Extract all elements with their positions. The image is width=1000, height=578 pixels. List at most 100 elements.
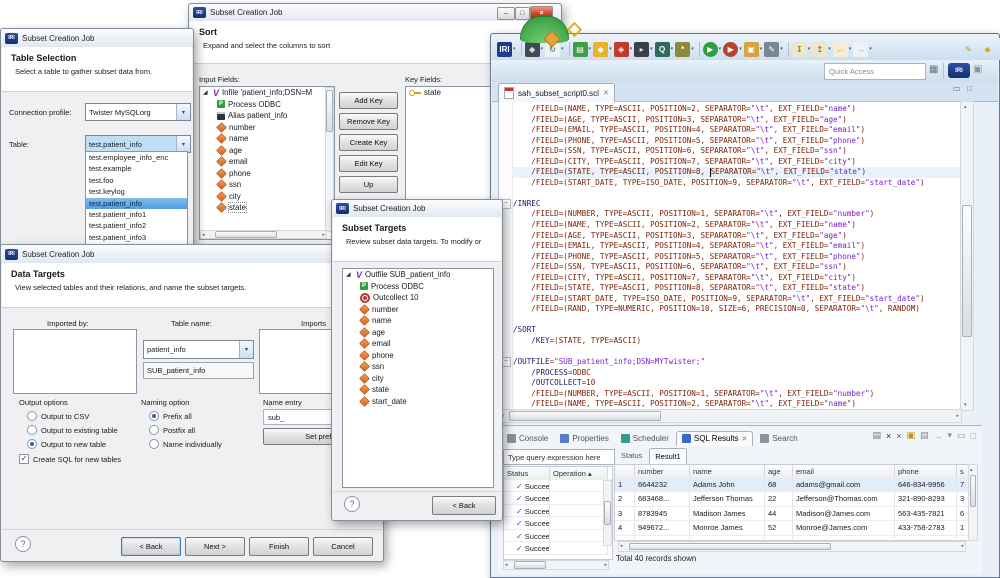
back-button[interactable]: < Back xyxy=(432,496,496,515)
dropdown-arrow-icon[interactable]: ▾ xyxy=(719,46,722,52)
dropdown-arrow-icon[interactable]: ▾ xyxy=(739,46,742,52)
chevron-down-icon[interactable]: ▾ xyxy=(239,341,253,358)
code-line[interactable] xyxy=(513,347,961,358)
status-hscrollbar[interactable]: ◂▸ xyxy=(503,560,609,570)
code-line[interactable] xyxy=(513,315,961,326)
data-source-icon[interactable]: ◆▾ xyxy=(525,42,546,57)
view-menu-icon[interactable]: ▤ xyxy=(872,430,881,441)
tree-item[interactable]: ssn xyxy=(200,179,334,191)
code-line[interactable]: /KEY=(STATE, TYPE=ASCII) xyxy=(513,336,961,347)
close-tab-icon[interactable]: ✕ xyxy=(741,435,747,443)
forward-nav-icon[interactable]: →▾ xyxy=(853,42,874,57)
export-icon[interactable]: ↥▾ xyxy=(812,42,833,57)
column-header[interactable]: Operation ▴ xyxy=(550,467,608,479)
iri-perspective-button[interactable]: IRI xyxy=(948,63,970,78)
result-vscrollbar[interactable]: ▴ xyxy=(968,464,978,541)
status-row[interactable]: ✓ Succee xyxy=(504,492,612,505)
code-line[interactable]: /FIELD=(STATE, TYPE=ASCII, POSITION=8, S… xyxy=(513,167,961,178)
status-row[interactable]: ✓ Succee xyxy=(504,517,612,530)
maximize-icon[interactable]: □ xyxy=(971,431,976,441)
code-line[interactable]: /FIELD=(START_DATE, TYPE=ISO_DATE, POSIT… xyxy=(513,178,961,189)
editor-vscrollbar[interactable]: ▴▾ xyxy=(960,101,974,411)
table-row[interactable]: 5 xyxy=(615,536,969,539)
table-selection-titlebar[interactable]: IRI Subset Creation Job xyxy=(1,29,193,48)
table-name-combo[interactable]: patient_info ▾ xyxy=(143,340,254,359)
status-row[interactable]: ✓ Succee xyxy=(504,480,612,493)
import-icon[interactable]: ↧▾ xyxy=(792,42,813,57)
help-button[interactable]: ? xyxy=(344,496,360,512)
dropdown-arrow-icon[interactable]: ▾ xyxy=(869,46,872,52)
run-config-icon[interactable]: ▶▾ xyxy=(723,42,744,57)
column-header[interactable]: number xyxy=(635,465,690,477)
metadata-icon[interactable]: ◈▾ xyxy=(614,42,635,57)
minimize-view-icon[interactable]: ▭ xyxy=(953,84,961,93)
code-line[interactable]: /FIELD=(NUMBER, TYPE=ASCII, POSITION=1, … xyxy=(513,389,961,400)
cancel-button[interactable]: Cancel xyxy=(313,537,373,556)
tree-root[interactable]: ◢VOutfile SUB_patient_info xyxy=(343,269,493,281)
code-line[interactable]: /FIELD=(CITY, TYPE=ASCII, POSITION=7, SE… xyxy=(513,273,961,284)
tree-item[interactable]: city xyxy=(343,373,493,385)
input-fields-tree[interactable]: ◢VInfile 'patient_info;DSN=MPProcess ODB… xyxy=(199,86,335,240)
subset-targets-tree[interactable]: ◢VOutfile SUB_patient_infoPProcess ODBCO… xyxy=(342,268,494,488)
output-option-radio[interactable]: Output to new table xyxy=(27,439,106,449)
naming-option-radio[interactable]: Postfix all xyxy=(149,425,195,435)
table-row[interactable]: 38783945Madison James44Madison@James.com… xyxy=(615,507,969,522)
export-result-icon[interactable]: → xyxy=(934,431,943,441)
up-button[interactable]: Up xyxy=(339,176,398,193)
tab-console[interactable]: Console xyxy=(502,432,553,446)
dropdown-arrow-icon[interactable]: ▾ xyxy=(609,46,612,52)
dropdown-arrow-icon[interactable]: ▾ xyxy=(513,46,516,52)
wizard-icon[interactable]: *▾ xyxy=(675,42,696,57)
code-line[interactable]: /SORT xyxy=(513,325,961,336)
dropdown-arrow-icon[interactable]: ▾ xyxy=(808,46,811,52)
dropdown-arrow-icon[interactable]: ▾ xyxy=(691,46,694,52)
column-header[interactable]: age xyxy=(765,465,793,477)
remove-all-icon[interactable]: × xyxy=(896,431,901,441)
tree-item[interactable]: city xyxy=(200,191,334,203)
naming-option-radio[interactable]: Prefix all xyxy=(149,411,192,421)
dart-icon[interactable]: ▸▾ xyxy=(634,42,655,57)
naming-option-radio[interactable]: Name individually xyxy=(149,439,222,449)
code-line[interactable]: /INREC xyxy=(513,199,961,210)
code-line[interactable]: /FIELD=(STATE, TYPE=ASCII, POSITION=8, S… xyxy=(513,283,961,294)
column-header[interactable]: name xyxy=(690,465,765,477)
chevron-down-icon[interactable]: ▾ xyxy=(176,136,190,152)
tree-item[interactable]: age xyxy=(343,327,493,339)
code-editor[interactable]: −− /FIELD=(NAME, TYPE=ASCII, POSITION=2,… xyxy=(498,101,962,411)
status-grid[interactable]: StatusOperation ▴ ✓ Succee✓ Succee✓ Succ… xyxy=(503,466,613,560)
tree-item[interactable]: Outcollect 10 xyxy=(343,292,493,304)
dropdown-arrow-icon[interactable]: ▾ xyxy=(561,46,564,52)
target-table-field[interactable]: SUB_patient_info xyxy=(143,362,254,379)
code-line[interactable]: /FIELD=(NAME, TYPE=ASCII, POSITION=2, SE… xyxy=(513,220,961,231)
tree-item[interactable]: name xyxy=(200,133,334,145)
discover-icon[interactable]: Q▾ xyxy=(655,42,676,57)
shield-icon[interactable]: ◆▾ xyxy=(593,42,614,57)
code-line[interactable]: /FIELD=(PHONE, TYPE=ASCII, POSITION=5, S… xyxy=(513,252,961,263)
save-result-icon[interactable]: ▤ xyxy=(920,430,929,441)
result-hscrollbar[interactable]: ◂▸ xyxy=(618,541,966,552)
dropdown-arrow-icon[interactable]: ▾ xyxy=(650,46,653,52)
status-vscrollbar[interactable] xyxy=(603,480,612,546)
add-key-button[interactable]: Add Key xyxy=(339,92,398,109)
dropdown-arrow-icon[interactable]: ▾ xyxy=(541,46,544,52)
code-line[interactable]: /OUTCOLLECT=10 xyxy=(513,378,961,389)
tree-item[interactable]: email xyxy=(343,338,493,350)
remove-key-button[interactable]: Remove Key xyxy=(339,113,398,130)
maximize-button[interactable]: □ xyxy=(515,7,530,20)
dropdown-arrow-icon[interactable]: ▾ xyxy=(589,46,592,52)
checkbox-icon[interactable]: ✓ xyxy=(19,454,29,464)
list-item[interactable]: test.patient_info xyxy=(86,198,187,209)
list-item[interactable]: test.keylog xyxy=(86,186,187,197)
column-header[interactable] xyxy=(615,465,635,477)
tree-item[interactable]: phone xyxy=(200,168,334,180)
table-row[interactable]: 16644232Adams John68adams@gmail.com646-8… xyxy=(615,478,969,493)
iri-menu-icon[interactable]: IRI▾ xyxy=(497,42,518,57)
table-row[interactable]: 2683468...Jefferson Thomas22Jefferson@Th… xyxy=(615,492,969,507)
connection-profile-combo[interactable]: Twister MySQLorg ▾ xyxy=(85,103,191,121)
subset-targets-titlebar[interactable]: IRI Subset Creation Job xyxy=(332,200,502,218)
code-line[interactable]: /FIELD=(PHONE, TYPE=ASCII, POSITION=5, S… xyxy=(513,136,961,147)
code-line[interactable] xyxy=(513,188,961,199)
tree-item[interactable]: phone xyxy=(343,350,493,362)
tree-item[interactable]: PProcess ODBC xyxy=(200,99,334,111)
code-line[interactable]: /FIELD=(EMAIL, TYPE=ASCII, POSITION=4, S… xyxy=(513,125,961,136)
